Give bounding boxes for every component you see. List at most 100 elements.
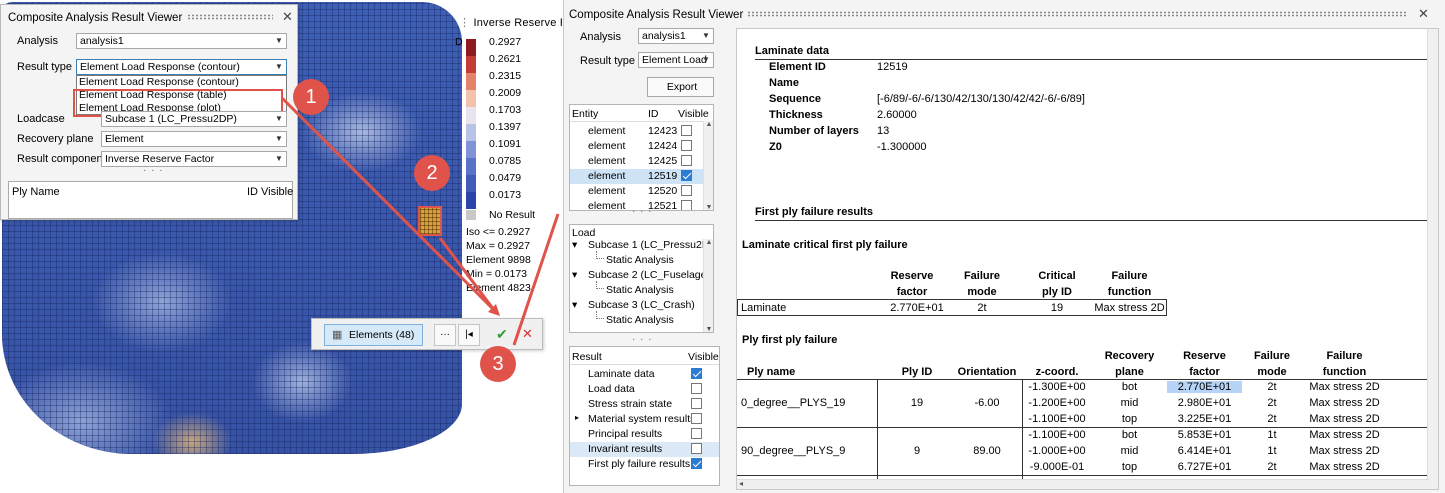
visible-header[interactable]: Visible [678, 108, 709, 120]
load-subcase[interactable]: Subcase 3 (LC_Crash) [588, 299, 695, 311]
result-row[interactable]: First ply failure results [570, 457, 719, 472]
entity-type: element [588, 155, 626, 167]
report-vertical-scrollbar[interactable] [1427, 29, 1438, 489]
z-coordinate: -1.200E+00 [1028, 397, 1086, 409]
result-visibility-checkbox[interactable] [691, 443, 702, 454]
export-button[interactable]: Export [647, 77, 714, 97]
result-row[interactable]: Stress strain state [570, 397, 719, 412]
entity-header[interactable]: Entity [572, 108, 598, 120]
visibility-checkbox[interactable] [681, 185, 692, 196]
entity-row[interactable]: element 12425 [570, 154, 705, 169]
ply-id: 19 [910, 397, 924, 409]
load-subcase[interactable]: Subcase 2 (LC_Fuselage_To [588, 269, 713, 281]
entity-row[interactable]: element 12424 [570, 139, 705, 154]
header-divider [570, 364, 719, 365]
scroll-down-icon[interactable]: ▼ [704, 204, 713, 210]
result-visibility-checkbox[interactable] [691, 428, 702, 439]
id-header[interactable]: ID [648, 108, 659, 120]
entity-row[interactable]: element 12423 [570, 124, 705, 139]
recovery-plane: bot [1121, 381, 1138, 393]
table-col-rule [1022, 379, 1023, 489]
analysis-select[interactable]: analysis1 ▼ [638, 28, 714, 44]
z-coordinate: -1.000E+00 [1028, 445, 1086, 457]
load-tree-expand-icon[interactable]: ▾ [572, 269, 577, 281]
load-tree-expand-icon[interactable]: ▾ [572, 239, 577, 251]
splitter-handle[interactable]: · · · [632, 334, 653, 345]
ply-header: z-coord. [1035, 366, 1079, 378]
scroll-left-icon[interactable]: ◂ [739, 479, 743, 488]
visibility-checkbox[interactable] [681, 155, 692, 166]
result-row[interactable]: Load data [570, 382, 719, 397]
result-label: First ply failure results [588, 458, 691, 470]
close-icon[interactable]: ✕ [1418, 6, 1429, 22]
critical-header: Failure [963, 270, 1001, 282]
result-visibility-checkbox[interactable] [691, 413, 702, 424]
entity-id: 12423 [648, 125, 678, 137]
result-row[interactable]: Principal results [570, 427, 719, 442]
laminate-data-heading: Laminate data [755, 45, 829, 57]
visibility-checkbox[interactable] [681, 125, 692, 136]
splitter-handle[interactable]: · · · [632, 206, 653, 217]
failure-mode: 2t [1267, 381, 1277, 393]
tree-connector [596, 311, 604, 319]
reserve-factor: 5.853E+01 [1177, 429, 1232, 441]
entity-row[interactable]: element 12519 [570, 169, 705, 184]
laminate-field-value: 13 [877, 125, 890, 137]
failure-function: Max stress 2D [1309, 381, 1380, 393]
table-rule [737, 379, 1438, 380]
laminate-field-label: Sequence [769, 93, 821, 105]
result-visibility-checkbox[interactable] [691, 383, 702, 394]
failure-mode: 2t [1267, 413, 1277, 425]
entity-type: element [588, 185, 626, 197]
result-visibility-checkbox[interactable] [691, 368, 702, 379]
reserve-factor: 2.770E+01 [1167, 381, 1242, 393]
result-type-select[interactable]: Element Load ▼ [638, 52, 714, 68]
critical-function: Max stress 2D [1094, 302, 1165, 314]
ply-header: Failure [1326, 350, 1363, 362]
visibility-checkbox[interactable] [681, 200, 692, 210]
model-viewport[interactable]: Composite Analysis Result Viewer ✕ Analy… [0, 0, 562, 493]
load-subcase-analysis[interactable]: Static Analysis [606, 284, 674, 296]
load-tree-expand-icon[interactable]: ▾ [572, 299, 577, 311]
critical-header: ply ID [1042, 286, 1072, 298]
result-visibility-checkbox[interactable] [691, 458, 702, 469]
result-row[interactable]: Invariant results [570, 442, 719, 457]
ply-failure-heading: Ply first ply failure [742, 334, 838, 346]
load-subcase[interactable]: Subcase 1 (LC_Pressu2DP) [588, 239, 713, 251]
scroll-up-icon[interactable]: ▲ [704, 121, 713, 128]
result-header[interactable]: Result [572, 351, 602, 363]
entity-type: element [588, 200, 626, 211]
load-subcase-analysis[interactable]: Static Analysis [606, 254, 674, 266]
result-row[interactable]: ▸ Material system results [570, 412, 719, 427]
entity-scrollbar[interactable]: ▲ ▼ [703, 121, 713, 210]
failure-function: Max stress 2D [1309, 397, 1380, 409]
window-title: Composite Analysis Result Viewer [569, 9, 744, 21]
first-ply-failure-heading: First ply failure results [755, 206, 873, 218]
load-subcase-analysis[interactable]: Static Analysis [606, 314, 674, 326]
arrow-line [438, 237, 496, 311]
load-scrollbar[interactable]: ▲ ▼ [703, 239, 713, 332]
result-label: Load data [588, 383, 635, 395]
result-label: Stress strain state [588, 398, 673, 410]
table-rule [737, 427, 1438, 428]
result-row[interactable]: Laminate data [570, 367, 719, 382]
ply-name: 0_degree__PLYS_19 [741, 397, 846, 409]
entity-type: element [588, 170, 626, 182]
visibility-checkbox[interactable] [681, 170, 692, 181]
drag-grip[interactable] [747, 11, 1407, 17]
laminate-field-value: 2.60000 [877, 109, 917, 121]
failure-function: Max stress 2D [1309, 413, 1380, 425]
laminate-field-value: [-6/89/-6/-6/130/42/130/130/42/42/-6/-6/… [877, 93, 1085, 105]
visibility-checkbox[interactable] [681, 140, 692, 151]
critical-header: mode [967, 286, 997, 298]
entity-row[interactable]: element 12520 [570, 184, 705, 199]
scroll-down-icon[interactable]: ▼ [704, 326, 713, 332]
z-coordinate: -1.300E+00 [1028, 381, 1086, 393]
tree-connector [596, 281, 604, 289]
result-visible-header[interactable]: Visible [688, 351, 719, 363]
ply-header: Failure [1253, 350, 1291, 362]
result-visibility-checkbox[interactable] [691, 398, 702, 409]
scroll-up-icon[interactable]: ▲ [704, 239, 713, 246]
report-horizontal-scrollbar[interactable]: ◂ [737, 479, 1429, 489]
expand-icon[interactable]: ▸ [575, 413, 579, 422]
